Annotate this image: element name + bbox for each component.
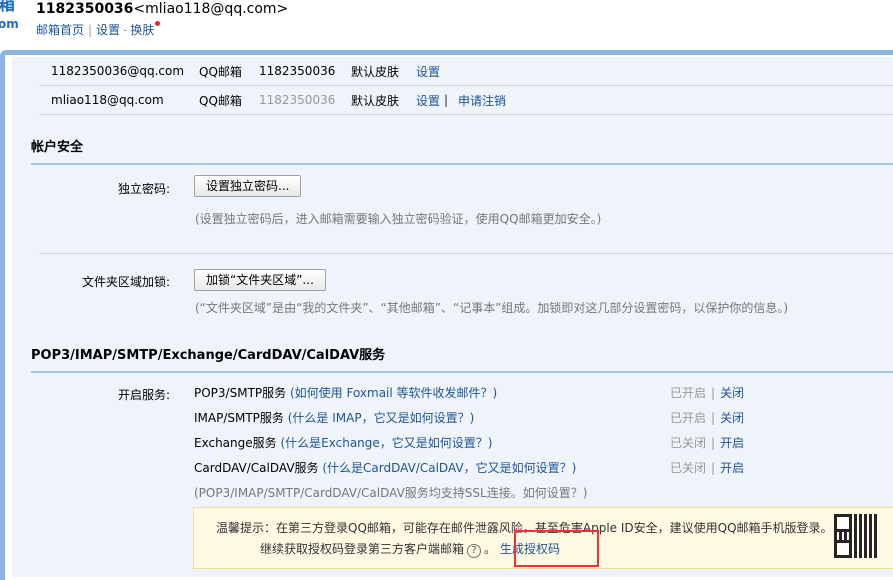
ssl-note: (POP3/IMAP/SMTP/CardDAV/CalDAV服务均支持SSL连接… xyxy=(194,486,588,500)
service-carddav: CardDAV/CalDAV服务 (什么是CardDAV/CalDAV，它又是如… xyxy=(194,461,577,475)
service-pop3: POP3/SMTP服务 (如何使用 Foxmail 等软件收发邮件？) xyxy=(194,386,498,400)
help-link[interactable]: (什么是 IMAP，它又是如何设置？) xyxy=(288,411,475,425)
new-dot-icon xyxy=(155,21,161,26)
account-qq: 1182350036 xyxy=(259,64,336,78)
toggle-carddav-link[interactable]: 开启 xyxy=(720,461,744,475)
nav-skin-link[interactable]: 换肤 xyxy=(130,23,154,37)
nav-settings-link[interactable]: 设置 xyxy=(96,23,120,37)
help-link[interactable]: (什么是Exchange，它又是如何设置？) xyxy=(280,436,492,450)
nav-home-link[interactable]: 邮箱首页 xyxy=(36,23,84,37)
service-imap: IMAP/SMTP服务 (什么是 IMAP，它又是如何设置？) xyxy=(194,411,475,425)
account-email: 1182350036@qq.com xyxy=(51,64,185,78)
cancel-account-link[interactable]: 申请注销 xyxy=(458,92,506,109)
account-email: mliao118@qq.com xyxy=(51,93,164,107)
section-title-services: POP3/IMAP/SMTP/Exchange/CardDAV/CalDAV服务 xyxy=(31,344,893,373)
account-type: QQ邮箱 xyxy=(199,64,242,79)
pwd-label: 独立密码: xyxy=(117,182,170,196)
account-skin: 默认皮肤 xyxy=(351,93,400,108)
toggle-pop3-link[interactable]: 关闭 xyxy=(720,386,744,400)
help-question-icon[interactable]: ? xyxy=(467,544,482,558)
set-password-button[interactable]: 设置独立密码... xyxy=(194,175,302,197)
services-label: 开启服务: xyxy=(117,388,170,402)
help-link[interactable]: (如何使用 Foxmail 等软件收发邮件？) xyxy=(290,386,497,400)
toggle-exchange-link[interactable]: 开启 xyxy=(720,436,744,450)
account-qq: 1182350036 xyxy=(259,93,336,107)
qr-code-icon xyxy=(834,514,878,558)
section-title-security: 帐户安全 xyxy=(31,136,893,165)
service-status: 已关闭 | 开启 xyxy=(670,461,745,475)
account-skin: 默认皮肤 xyxy=(351,64,400,79)
lock-hint: (“文件夹区域”是由“我的文件夹”、“其他邮箱”、“记事本”组成。加锁即对这几部… xyxy=(195,301,789,315)
toggle-imap-link[interactable]: 关闭 xyxy=(720,411,744,425)
account-settings-link[interactable]: 设置 xyxy=(416,92,440,109)
service-status: 已开启 | 关闭 xyxy=(670,411,745,425)
help-link[interactable]: (什么是CardDAV/CalDAV，它又是如何设置？) xyxy=(322,461,576,475)
qq-mail-logo: 箱 om xyxy=(0,0,19,31)
account-settings-link[interactable]: 设置 xyxy=(416,63,440,80)
pwd-hint: (设置独立密码后，进入邮箱需要输入独立密码验证，使用QQ邮箱更加安全。) xyxy=(195,212,602,226)
service-exchange: Exchange服务 (什么是Exchange，它又是如何设置？) xyxy=(194,436,493,450)
account-row: mliao118@qq.com QQ邮箱 1182350036 默认皮肤 设置 … xyxy=(39,86,893,115)
lock-label: 文件夹区域加锁: xyxy=(81,275,170,289)
account-type: QQ邮箱 xyxy=(199,93,242,108)
service-status: 已开启 | 关闭 xyxy=(670,386,745,400)
account-title: 1182350036<mliao118@qq.com> xyxy=(36,1,289,17)
divider xyxy=(39,253,893,254)
account-row: 1182350036@qq.com QQ邮箱 1182350036 默认皮肤 设… xyxy=(39,57,893,86)
lock-folders-button[interactable]: 加锁“文件夹区域”... xyxy=(194,269,326,291)
service-status: 已关闭 | 开启 xyxy=(670,436,745,450)
top-nav: 邮箱首页 | 设置 - 换肤 xyxy=(36,21,161,38)
highlight-box xyxy=(514,530,599,567)
